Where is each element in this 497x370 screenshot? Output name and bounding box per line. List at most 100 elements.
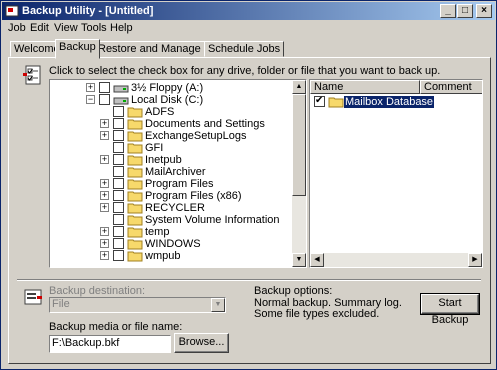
tree-node[interactable]: + Program Files (x86) [50, 190, 290, 202]
tree-node[interactable]: + temp [50, 226, 290, 238]
tree-node-label: 3½ Floppy (A:) [131, 82, 204, 94]
backup-utility-window: Backup Utility - [Untitled] _ □ × Job Ed… [0, 0, 497, 370]
scroll-down-button[interactable]: ▼ [292, 253, 306, 267]
scroll-thumb[interactable] [292, 94, 306, 196]
folder-icon [127, 239, 143, 250]
expand-icon[interactable]: + [100, 131, 109, 140]
tree-node-checkbox[interactable] [113, 226, 124, 237]
tree-node-label: wmpub [145, 250, 181, 262]
tree-node-checkbox[interactable] [113, 178, 124, 189]
tab-schedule-jobs[interactable]: Schedule Jobs [204, 41, 285, 57]
tree-node-checkbox[interactable] [99, 82, 110, 93]
tree-node[interactable]: + Inetpub [50, 154, 290, 166]
tree-node-checkbox[interactable] [113, 214, 124, 225]
tree-node-checkbox[interactable] [113, 202, 124, 213]
list-item[interactable]: Mailbox Database [314, 95, 435, 108]
column-header-comment[interactable]: Comment [420, 80, 482, 94]
tree-node[interactable]: + Program Files [50, 178, 290, 190]
expand-icon[interactable]: + [100, 179, 109, 188]
tree-node-checkbox[interactable] [113, 238, 124, 249]
maximize-button[interactable]: □ [457, 4, 473, 18]
expand-icon[interactable]: + [100, 155, 109, 164]
file-list[interactable]: Name Comment Mailbox Database [309, 79, 483, 268]
scroll-right-button[interactable]: ▶ [468, 253, 482, 267]
tree-node-checkbox[interactable] [113, 190, 124, 201]
menu-view[interactable]: View [54, 22, 78, 34]
backup-app-icon [5, 5, 19, 17]
folder-icon [127, 203, 143, 214]
tree-node-checkbox[interactable] [99, 94, 110, 105]
menu-bar: Job Edit View Tools Help [2, 20, 495, 37]
list-horizontal-scrollbar[interactable]: ◀ ▶ [310, 253, 482, 267]
tree-node-checkbox[interactable] [113, 130, 124, 141]
tab-strip: Welcome Backup Restore and Manage Media … [1, 39, 497, 59]
tree-node[interactable]: + wmpub [50, 250, 290, 262]
folder-icon [127, 143, 143, 154]
expand-icon[interactable]: + [100, 227, 109, 236]
expand-icon[interactable]: + [100, 239, 109, 248]
tree-node-checkbox[interactable] [113, 106, 124, 117]
backup-media-input[interactable]: F:\Backup.bkf [49, 335, 171, 353]
floppy-drive-icon [113, 85, 129, 93]
folder-icon [127, 167, 143, 178]
folder-icon [127, 227, 143, 238]
tree-node-label: temp [145, 226, 170, 238]
menu-help[interactable]: Help [110, 22, 133, 34]
folder-icon [328, 97, 344, 108]
backup-instruction: Click to select the check box for any dr… [49, 65, 441, 77]
tree-node-label: RECYCLER [145, 202, 205, 214]
list-item-name: Mailbox Database [344, 96, 435, 108]
folder-icon [127, 191, 143, 202]
scroll-up-button[interactable]: ▲ [292, 80, 306, 94]
scroll-left-button[interactable]: ◀ [310, 253, 324, 267]
tree-node-label: GFI [145, 142, 164, 154]
browse-button[interactable]: Browse... [174, 333, 229, 353]
tree-node[interactable]: +3½ Floppy (A:) [50, 82, 290, 94]
tree-node-checkbox[interactable] [113, 166, 124, 177]
tree-node[interactable]: MailArchiver [50, 166, 290, 178]
expand-icon[interactable]: + [100, 191, 109, 200]
backup-destination-label: Backup destination: [49, 285, 146, 297]
expand-icon[interactable]: + [100, 203, 109, 212]
expand-icon[interactable]: + [100, 119, 109, 128]
backup-destination-value: File [52, 298, 70, 310]
folder-tree[interactable]: +3½ Floppy (A:) − Local Disk (C:) ADFS + Docu… [49, 79, 307, 268]
minimize-button[interactable]: _ [440, 4, 456, 18]
folder-icon [127, 107, 143, 118]
tree-node[interactable]: + WINDOWS [50, 238, 290, 250]
tree-node-checkbox[interactable] [113, 250, 124, 261]
collapse-icon[interactable]: − [86, 95, 95, 104]
column-header-name[interactable]: Name [310, 80, 420, 94]
expand-icon[interactable]: + [100, 251, 109, 260]
chevron-down-icon[interactable]: ▼ [211, 298, 225, 312]
tree-node-checkbox[interactable] [113, 118, 124, 129]
tree-node[interactable]: + ExchangeSetupLogs [50, 130, 290, 142]
mailbox-database-checkbox[interactable] [314, 95, 325, 107]
close-button[interactable]: × [476, 4, 492, 18]
tree-node-checkbox[interactable] [113, 154, 124, 165]
menu-job[interactable]: Job [8, 22, 26, 34]
window-title: Backup Utility - [Untitled] [22, 5, 154, 17]
tree-node[interactable]: GFI [50, 142, 290, 154]
backup-checklist-icon [23, 65, 41, 85]
tree-node-label: System Volume Information [145, 214, 280, 226]
tree-vertical-scrollbar[interactable]: ▲ ▼ [292, 80, 306, 267]
menu-edit[interactable]: Edit [30, 22, 49, 34]
tree-node[interactable]: + Documents and Settings [50, 118, 290, 130]
tree-node[interactable]: + RECYCLER [50, 202, 290, 214]
folder-icon [127, 131, 143, 142]
start-backup-button[interactable]: Start Backup [420, 293, 480, 326]
tree-node[interactable]: − Local Disk (C:) [50, 94, 290, 106]
tree-node[interactable]: System Volume Information [50, 214, 290, 226]
tree-node[interactable]: ADFS [50, 106, 290, 118]
title-bar: Backup Utility - [Untitled] _ □ × [2, 2, 495, 20]
menu-tools[interactable]: Tools [81, 22, 107, 34]
tab-backup[interactable]: Backup [55, 39, 100, 59]
tree-node-label: Local Disk (C:) [131, 94, 204, 106]
folder-icon [127, 119, 143, 130]
tree-node-label: Program Files (x86) [145, 190, 242, 202]
expand-icon[interactable]: + [86, 83, 95, 92]
tree-node-checkbox[interactable] [113, 142, 124, 153]
backup-options-exclusions: Some file types excluded. [254, 308, 380, 320]
backup-destination-dropdown[interactable]: File ▼ [49, 297, 226, 313]
